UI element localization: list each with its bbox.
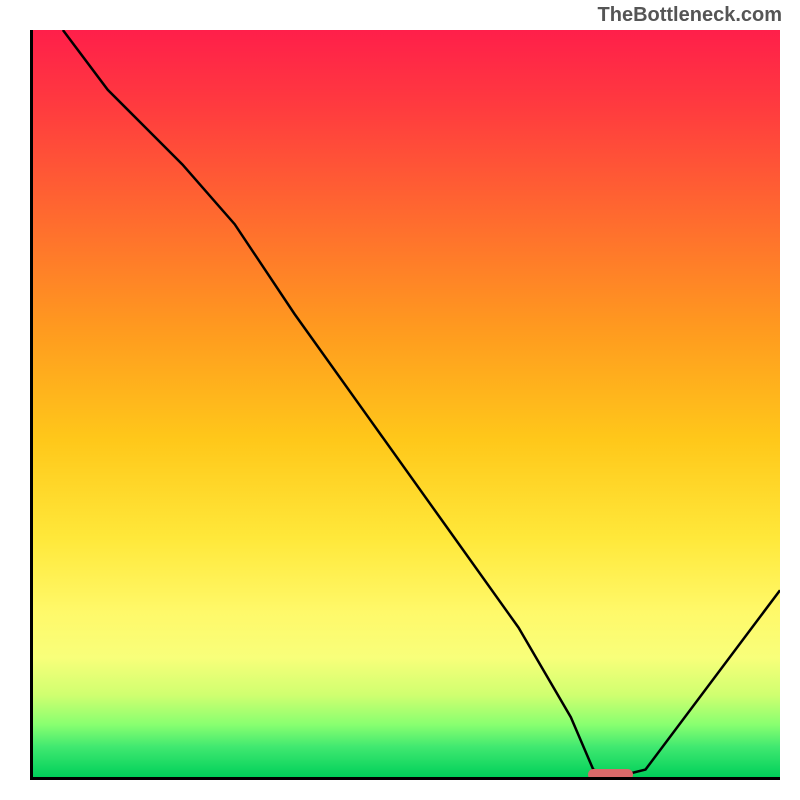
optimal-range-marker [588,769,633,780]
chart-plot-area [30,30,780,780]
watermark-text: TheBottleneck.com [598,4,782,27]
bottleneck-curve [33,30,780,777]
